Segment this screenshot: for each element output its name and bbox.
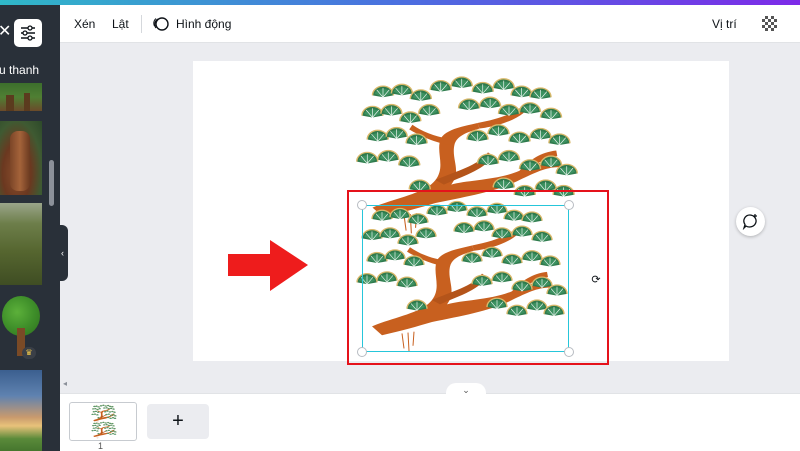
filter-icon xyxy=(21,25,35,41)
toolbar-divider xyxy=(141,15,142,33)
animate-button[interactable]: Hình động xyxy=(176,5,231,43)
media-thumbnail[interactable] xyxy=(0,121,42,195)
flip-button[interactable]: Lật xyxy=(112,5,129,43)
position-button[interactable]: Vị trí xyxy=(712,5,737,43)
media-thumbnail[interactable] xyxy=(0,83,42,111)
editor-toolbar: Xén Lật Hình động Vị trí xyxy=(60,5,800,43)
resize-handle-bottom-right[interactable] xyxy=(564,347,574,357)
checkerboard-icon[interactable] xyxy=(762,16,777,31)
resize-handle-top-right[interactable] xyxy=(564,200,574,210)
page-number: 1 xyxy=(98,441,104,451)
panel-scrollbar[interactable] xyxy=(49,160,54,206)
chevron-down-icon[interactable]: ⌄ xyxy=(446,383,486,397)
search-term-text: u thanh xyxy=(0,63,40,77)
selection-box[interactable] xyxy=(362,205,569,352)
rotate-icon[interactable]: ⟳ xyxy=(588,272,604,288)
scroll-left-icon[interactable]: ◂ xyxy=(63,379,67,388)
media-thumbnail[interactable] xyxy=(0,370,42,451)
left-media-panel: ✕ u thanh ♛ xyxy=(0,5,60,451)
comment-icon xyxy=(742,214,757,230)
filter-button[interactable] xyxy=(14,19,42,47)
crop-button[interactable]: Xén xyxy=(74,5,95,43)
close-icon[interactable]: ✕ xyxy=(0,23,12,41)
animate-icon xyxy=(153,17,169,31)
resize-handle-top-left[interactable] xyxy=(357,200,367,210)
crown-icon: ♛ xyxy=(22,347,36,359)
add-comment-button[interactable] xyxy=(736,207,765,236)
add-page-button[interactable]: + xyxy=(147,404,209,439)
page-thumbnail[interactable] xyxy=(69,402,137,441)
media-thumbnail[interactable] xyxy=(0,203,42,285)
resize-handle-bottom-left[interactable] xyxy=(357,347,367,357)
collapse-panel-button[interactable]: ‹ xyxy=(57,225,68,281)
